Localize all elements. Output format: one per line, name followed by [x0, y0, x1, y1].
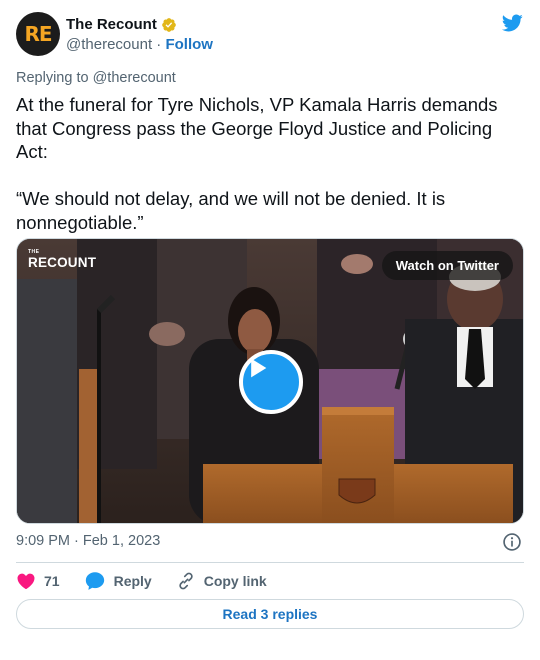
reply-label: Reply — [113, 573, 152, 589]
heart-icon — [17, 573, 35, 589]
video-thumbnail[interactable]: THE RECOUNT Watch on Twitter — [16, 238, 524, 524]
recount-logo: THE RECOUNT — [28, 249, 96, 270]
verified-badge-icon — [162, 17, 176, 32]
info-icon[interactable] — [502, 532, 522, 552]
avatar[interactable]: RE — [16, 12, 60, 56]
tweet-header: RE The Recount @therecount · Follow — [16, 12, 524, 60]
watch-on-twitter-button[interactable]: Watch on Twitter — [381, 251, 513, 280]
play-button[interactable] — [239, 350, 303, 414]
tweet-card: RE The Recount @therecount · Follow Repl… — [0, 0, 540, 660]
reply-button[interactable]: Reply — [84, 570, 152, 592]
separator: · — [156, 36, 162, 53]
speech-bubble-icon — [85, 572, 104, 590]
divider — [16, 562, 524, 563]
follow-link[interactable]: Follow — [165, 36, 213, 53]
replying-to[interactable]: Replying to @therecount — [16, 70, 176, 86]
twitter-bird-icon[interactable] — [500, 12, 524, 34]
name-row: The Recount — [66, 16, 177, 33]
action-bar: 71 Reply Copy link — [16, 568, 291, 594]
handle-row: @therecount · Follow — [66, 36, 213, 53]
account-handle[interactable]: @therecount — [66, 36, 152, 53]
logo-main: RECOUNT — [28, 255, 97, 270]
avatar-logo: RE — [24, 22, 52, 46]
like-button[interactable]: 71 — [16, 571, 60, 591]
link-icon — [179, 572, 193, 590]
like-count: 71 — [44, 573, 60, 589]
account-name[interactable]: The Recount — [66, 16, 157, 33]
copy-link-label: Copy link — [203, 573, 267, 589]
read-replies-button[interactable]: Read 3 replies — [16, 599, 524, 629]
copy-link-button[interactable]: Copy link — [176, 571, 267, 591]
tweet-text: At the funeral for Tyre Nichols, VP Kama… — [16, 94, 498, 233]
tweet-timestamp[interactable]: 9:09 PM · Feb 1, 2023 — [16, 533, 160, 549]
play-icon — [251, 358, 267, 378]
